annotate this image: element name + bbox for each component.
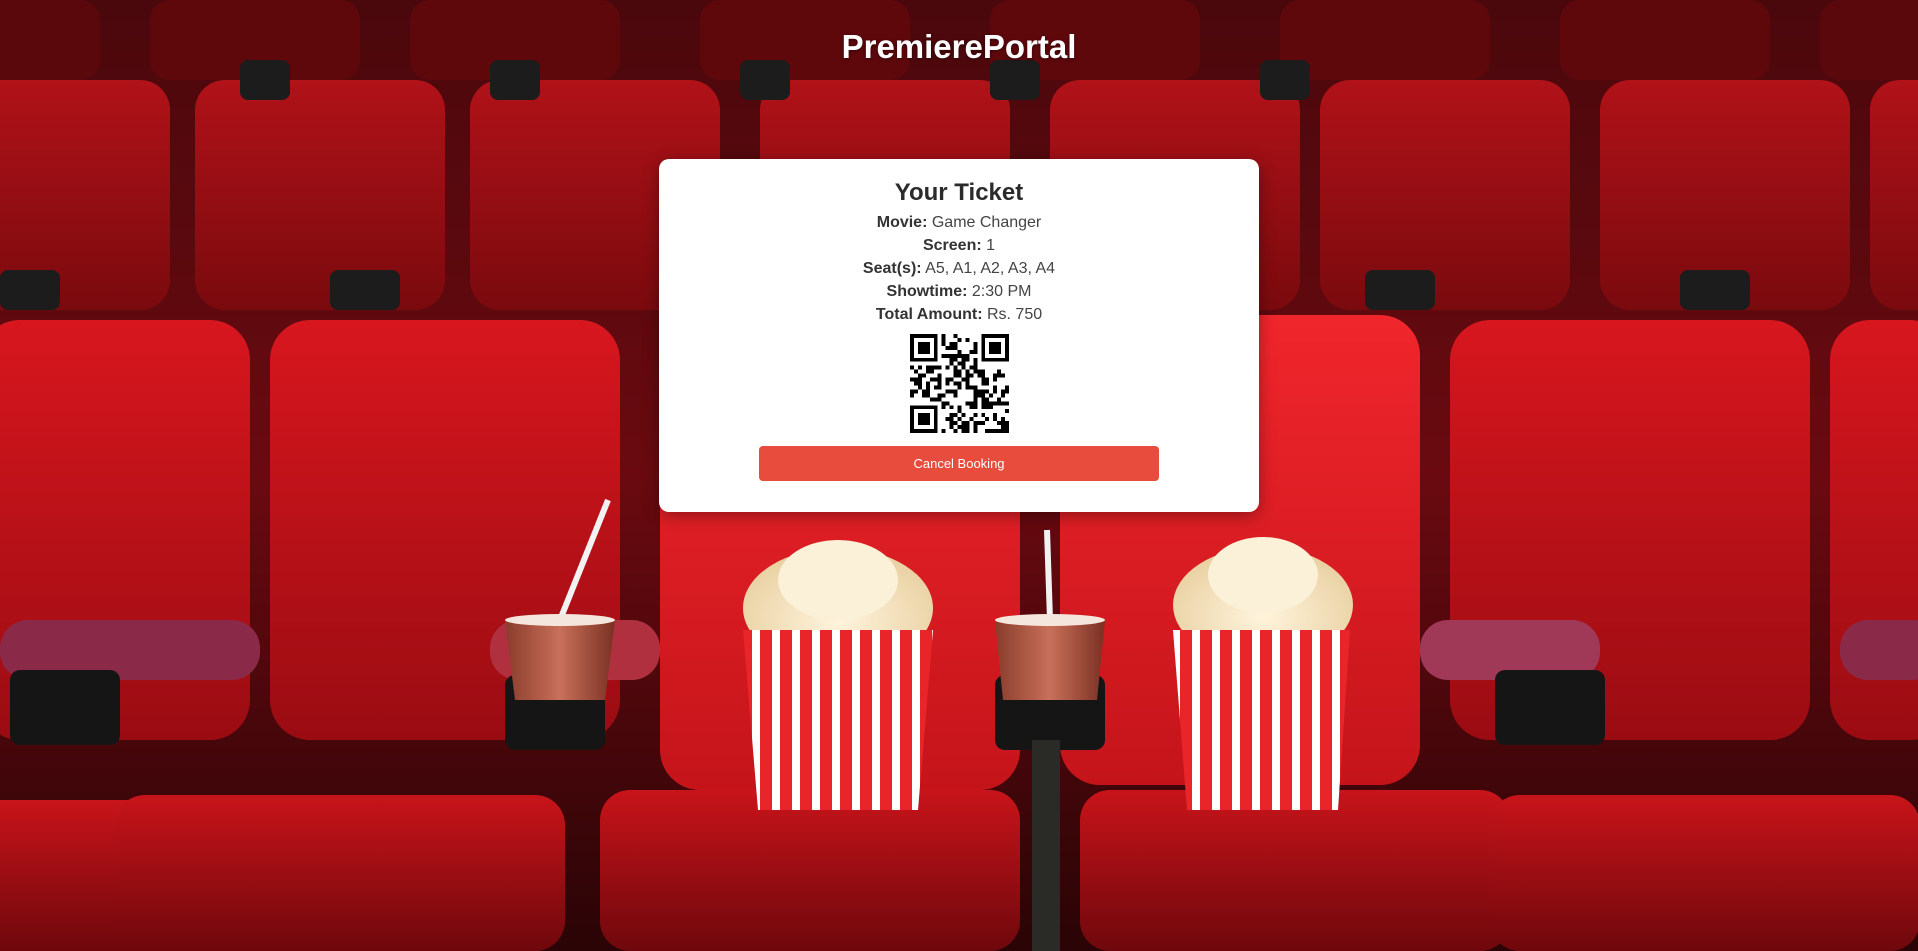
qr-code-icon bbox=[909, 334, 1009, 433]
showtime-label: Showtime: bbox=[886, 283, 968, 300]
screen-label: Screen: bbox=[922, 237, 982, 254]
seats-label: Seat(s): bbox=[862, 260, 922, 277]
screen-detail: Screen: 1 bbox=[659, 234, 1259, 257]
amount-value: Rs. 750 bbox=[986, 306, 1043, 323]
amount-detail: Total Amount: Rs. 750 bbox=[659, 303, 1259, 326]
movie-label: Movie: bbox=[876, 214, 928, 231]
amount-label: Total Amount: bbox=[875, 306, 983, 323]
cancel-booking-button[interactable]: Cancel Booking bbox=[759, 446, 1159, 481]
seats-detail: Seat(s): A5, A1, A2, A3, A4 bbox=[659, 257, 1259, 280]
showtime-value: 2:30 PM bbox=[971, 283, 1032, 300]
screen-value: 1 bbox=[986, 237, 996, 254]
page: PremierePortal Your Ticket Movie: Game C… bbox=[0, 0, 1918, 951]
ticket-heading: Your Ticket bbox=[894, 179, 1024, 206]
movie-detail: Movie: Game Changer bbox=[659, 211, 1259, 234]
ticket-card: Your Ticket Movie: Game Changer Screen: … bbox=[659, 159, 1259, 512]
site-title: PremierePortal bbox=[841, 28, 1077, 65]
showtime-detail: Showtime: 2:30 PM bbox=[659, 280, 1259, 303]
movie-value: Game Changer bbox=[931, 214, 1042, 231]
seats-value: A5, A1, A2, A3, A4 bbox=[925, 260, 1056, 277]
